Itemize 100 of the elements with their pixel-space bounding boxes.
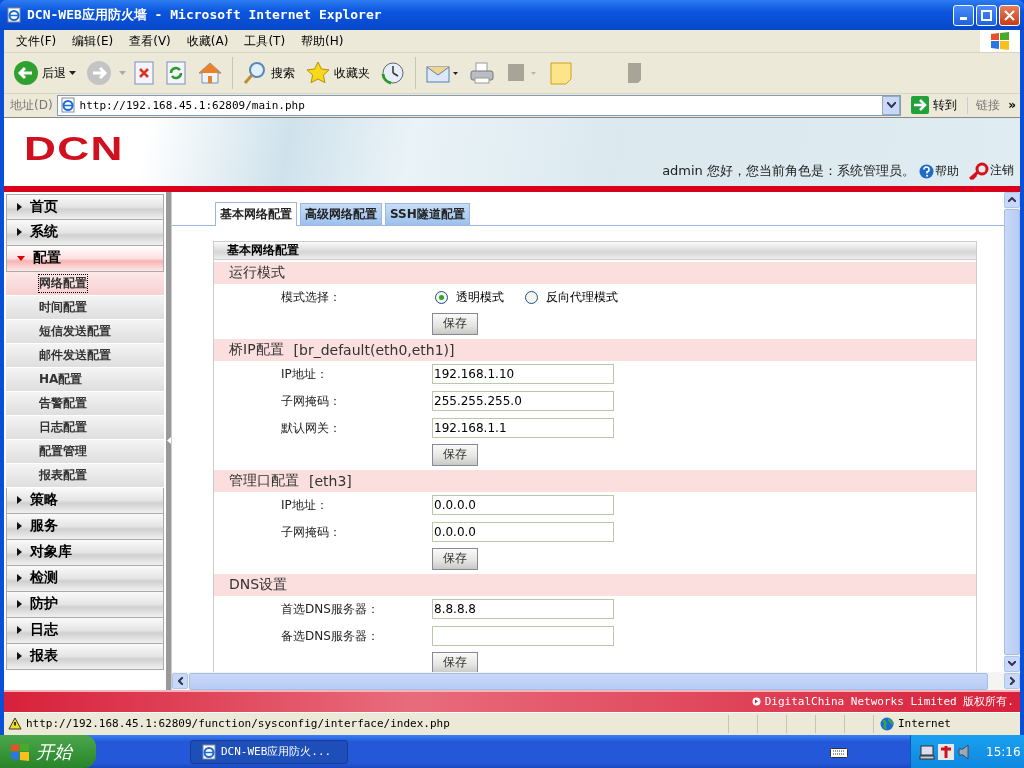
nav-subitem[interactable]: 报表配置: [6, 463, 164, 488]
menu-item[interactable]: 帮助(H): [293, 32, 352, 50]
panel-title: 基本网络配置: [227, 241, 299, 259]
chevron-left-icon: [177, 676, 183, 685]
tab[interactable]: 基本网络配置: [215, 201, 297, 226]
scroll-left-button[interactable]: [172, 672, 188, 689]
nav-subitem[interactable]: 告警配置: [6, 391, 164, 416]
nav-item[interactable]: 日志: [6, 617, 164, 644]
browser-icon: [201, 743, 217, 760]
text-field[interactable]: 192.168.1.1: [432, 418, 614, 439]
taskbar-button[interactable]: DCN-WEB应用防火...: [190, 739, 348, 764]
caret-icon: [119, 70, 126, 76]
field-label: 子网掩码：: [280, 392, 342, 410]
favorites-button[interactable]: 收藏夹: [302, 58, 373, 89]
nav-item[interactable]: 首页: [6, 193, 164, 220]
menu-item[interactable]: 编辑(E): [64, 32, 122, 50]
search-icon: [242, 60, 268, 87]
minimize-button[interactable]: [953, 4, 974, 26]
security-zone: Internet: [898, 717, 951, 731]
field-label: 模式选择：: [280, 288, 342, 306]
minimize-icon: [960, 16, 967, 20]
nav-item[interactable]: 服务: [6, 513, 164, 540]
section-title: 运行模式: [229, 263, 285, 282]
menu-item[interactable]: 工具(T): [236, 32, 294, 50]
section-title: 桥IP配置: [229, 340, 284, 359]
text-field[interactable]: 8.8.8.8: [432, 599, 614, 620]
nav-item[interactable]: 系统: [6, 219, 164, 246]
help-link[interactable]: 帮助: [919, 162, 959, 180]
close-button[interactable]: [999, 4, 1020, 26]
more-chevron[interactable]: »: [1008, 98, 1020, 113]
text-field[interactable]: 0.0.0.0: [432, 522, 614, 543]
search-button[interactable]: 搜索: [239, 58, 298, 89]
section-title: 管理口配置: [229, 471, 299, 490]
nav-item[interactable]: 策略: [6, 487, 164, 514]
tab[interactable]: SSH隧道配置: [385, 202, 470, 225]
nav-item[interactable]: 配置: [6, 245, 164, 272]
section-title: DNS设置: [229, 575, 288, 594]
chevron-down-icon: [1008, 661, 1016, 667]
save-button[interactable]: 保存: [432, 312, 478, 335]
field-label: IP地址：: [280, 496, 329, 514]
go-button[interactable]: 转到: [905, 96, 964, 115]
refresh-icon: [165, 61, 187, 86]
nav-item[interactable]: 防护: [6, 591, 164, 618]
start-button[interactable]: 开始: [0, 735, 96, 768]
text-field[interactable]: 0.0.0.0: [432, 495, 614, 516]
save-button[interactable]: 保存: [432, 651, 478, 672]
text-field[interactable]: 255.255.255.0: [432, 391, 614, 412]
field-label: 默认网关：: [280, 419, 342, 437]
nav-subitem[interactable]: 邮件发送配置: [6, 343, 164, 368]
home-icon: [197, 60, 223, 87]
menu-item[interactable]: 文件(F): [8, 32, 65, 50]
radio-button[interactable]: [435, 290, 448, 304]
nav-subitem[interactable]: 时间配置: [6, 295, 164, 320]
text-field[interactable]: 192.168.1.10: [432, 364, 614, 385]
address-field[interactable]: http://192.168.45.1:62809/main.php: [56, 94, 902, 116]
logout-link[interactable]: 注销: [967, 161, 1014, 180]
interface-name: [br_default(eth0,eth1)]: [293, 341, 455, 358]
radio-button[interactable]: [525, 290, 538, 304]
back-button[interactable]: 后退: [10, 58, 79, 89]
user-greeting: admin 您好，您当前角色是：系统管理员。: [662, 161, 915, 180]
clock: 15:16: [986, 744, 1021, 759]
nav-subitem[interactable]: 日志配置: [6, 415, 164, 440]
menu-item[interactable]: 查看(V): [121, 32, 179, 50]
window-title: DCN-WEB应用防火墙 - Microsoft Internet Explorer: [27, 6, 383, 24]
nav-subitem[interactable]: 短信发送配置: [6, 319, 164, 344]
windows-logo-icon: [10, 742, 30, 761]
stop-icon: [133, 61, 155, 86]
nav-item[interactable]: 检测: [6, 565, 164, 592]
field-label: 备选DNS服务器：: [280, 627, 380, 645]
scroll-right-button[interactable]: [1004, 672, 1020, 689]
note-icon: [549, 60, 573, 87]
field-label: 子网掩码：: [280, 523, 342, 541]
maximize-button[interactable]: [976, 4, 997, 26]
save-button[interactable]: 保存: [432, 443, 478, 466]
text-field[interactable]: [432, 626, 614, 647]
history-icon: [380, 60, 406, 87]
caret-icon: [69, 70, 76, 76]
save-button[interactable]: 保存: [432, 547, 478, 570]
forward-icon: [86, 60, 112, 87]
nav-item[interactable]: 对象库: [6, 539, 164, 566]
key-icon: [967, 161, 989, 180]
nav-subitem[interactable]: HA配置: [6, 367, 164, 392]
network-icon[interactable]: [919, 743, 935, 760]
copyright-text: DigitalChina Networks Limited 版权所有.: [764, 694, 1014, 710]
collapse-icon[interactable]: [166, 437, 171, 445]
nav-item[interactable]: 报表: [6, 643, 164, 670]
chevron-up-icon: [1008, 197, 1016, 203]
radio-label[interactable]: 反向代理模式: [546, 288, 618, 306]
help-icon: [919, 163, 934, 179]
globe-icon: [880, 716, 894, 731]
nav-subitem[interactable]: 配置管理: [6, 439, 164, 464]
logo-text: DCN: [24, 129, 124, 169]
tab[interactable]: 高级网络配置: [300, 202, 382, 225]
scroll-down-button[interactable]: [1004, 655, 1020, 672]
menu-item[interactable]: 收藏(A): [178, 32, 237, 50]
radio-label[interactable]: 透明模式: [456, 288, 504, 306]
links-label[interactable]: 链接: [967, 96, 1005, 114]
nav-subitem[interactable]: 网络配置: [6, 271, 164, 296]
maximize-icon: [981, 9, 992, 21]
keyboard-icon[interactable]: [830, 745, 848, 758]
